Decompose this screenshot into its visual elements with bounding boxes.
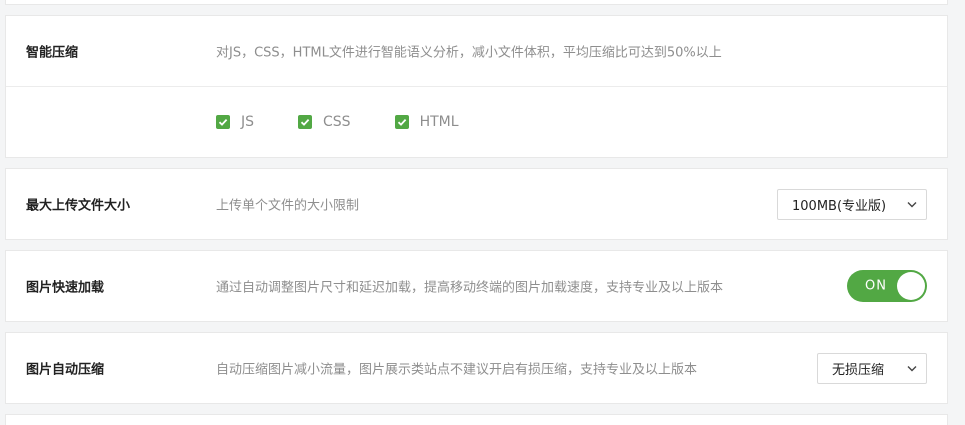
image-fast-load-description: 通过自动调整图片尺寸和延迟加载，提高移动终端的图片加载速度，支持专业及以上版本 bbox=[216, 280, 724, 296]
checkbox-html[interactable]: HTML bbox=[394, 114, 459, 130]
next-setting-card bbox=[5, 414, 948, 425]
smart-compress-label: 智能压缩 bbox=[26, 45, 79, 61]
checkmark-icon[interactable] bbox=[216, 115, 230, 129]
max-upload-select[interactable]: 100MB(专业版) bbox=[777, 189, 927, 220]
image-fast-load-toggle[interactable]: ON bbox=[847, 270, 927, 302]
toggle-knob[interactable] bbox=[897, 272, 925, 300]
image-auto-compress-description: 自动压缩图片减小流量，图片展示类站点不建议开启有损压缩，支持专业及以上版本 bbox=[216, 362, 698, 378]
image-auto-compress-select[interactable]: 无损压缩 bbox=[817, 353, 927, 384]
checkbox-html-label: HTML bbox=[419, 114, 459, 130]
image-fast-load-card: 图片快速加载 通过自动调整图片尺寸和延迟加载，提高移动终端的图片加载速度，支持专… bbox=[5, 250, 948, 322]
smart-compress-description: 对JS，CSS，HTML文件进行智能语义分析，减小文件体积，平均压缩比可达到50… bbox=[216, 45, 722, 61]
compress-file-type-options: JS CSS HTML bbox=[216, 114, 503, 130]
checkmark-icon[interactable] bbox=[298, 115, 313, 129]
checkbox-js-label: JS bbox=[241, 114, 255, 130]
max-upload-card: 最大上传文件大小 上传单个文件的大小限制 100MB(专业版) bbox=[5, 168, 948, 240]
image-fast-load-label: 图片快速加载 bbox=[26, 280, 105, 296]
max-upload-label: 最大上传文件大小 bbox=[26, 198, 131, 214]
max-upload-selected-value: 100MB(专业版) bbox=[792, 199, 887, 214]
checkbox-css[interactable]: CSS bbox=[298, 114, 351, 130]
smart-compress-card: 智能压缩 对JS，CSS，HTML文件进行智能语义分析，减小文件体积，平均压缩比… bbox=[5, 15, 948, 158]
chevron-down-icon bbox=[906, 361, 918, 376]
image-auto-compress-label: 图片自动压缩 bbox=[26, 362, 105, 378]
max-upload-description: 上传单个文件的大小限制 bbox=[216, 198, 360, 214]
divider bbox=[6, 86, 947, 87]
image-auto-compress-selected-value: 无损压缩 bbox=[832, 363, 885, 378]
toggle-state-text: ON bbox=[865, 278, 887, 294]
chevron-down-icon bbox=[906, 197, 918, 212]
checkmark-icon[interactable] bbox=[394, 115, 409, 129]
settings-page: 智能压缩 对JS，CSS，HTML文件进行智能语义分析，减小文件体积，平均压缩比… bbox=[0, 0, 965, 425]
previous-setting-card bbox=[5, 0, 948, 5]
checkbox-js[interactable]: JS bbox=[216, 114, 254, 130]
checkbox-css-label: CSS bbox=[323, 114, 351, 130]
image-auto-compress-card: 图片自动压缩 自动压缩图片减小流量，图片展示类站点不建议开启有损压缩，支持专业及… bbox=[5, 332, 948, 404]
